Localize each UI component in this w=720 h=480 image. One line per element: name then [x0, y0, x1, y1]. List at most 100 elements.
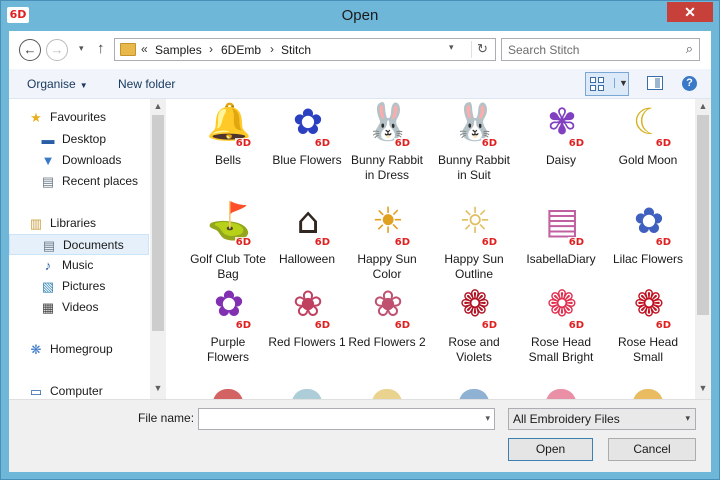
title-bar[interactable]: 6D Open ✕	[1, 1, 719, 31]
breadcrumb-separator[interactable]: ›	[270, 42, 274, 56]
breadcrumb-samples[interactable]: Samples	[155, 43, 202, 57]
file-item[interactable]: ❀ 6D Red Flowers 1	[267, 281, 347, 371]
sidebar-item-recent-places[interactable]: ▤ Recent places	[9, 171, 149, 192]
golf-bag-thumbnail: ⛳ 6D	[206, 198, 252, 248]
search-icon[interactable]: ⌕	[686, 41, 693, 57]
file-name-label: Lilac Flowers	[612, 252, 684, 266]
breadcrumb-stitch[interactable]: Stitch	[281, 43, 311, 57]
happy-sun-outline-thumbnail: ☼ 6D	[452, 198, 498, 248]
file-name-label: Blue Flowers	[272, 153, 342, 167]
file-item[interactable]: ✾ 6D Daisy	[521, 99, 601, 189]
search-input[interactable]: Search Stitch	[508, 43, 579, 57]
6d-badge-icon: 6D	[313, 237, 331, 248]
file-item[interactable]: 🐰 6D Bunny Rabbit in Dress	[347, 99, 427, 189]
sidebar-item-homegroup[interactable]: ❋ Homegroup	[9, 339, 149, 360]
navigation-pane: ★ Favourites ▬ Desktop ▼ Downloads ▤ Recent pla…	[9, 99, 167, 399]
new-folder-button[interactable]: New folder	[118, 77, 175, 91]
libraries-icon: ▥	[29, 216, 43, 231]
file-item[interactable]: 🔔 6D Bells	[188, 99, 268, 189]
file-thumbnail-partial[interactable]	[459, 389, 489, 399]
6d-badge-icon: 6D	[313, 138, 331, 149]
file-list-scrollbar[interactable]: ▲ ▼	[695, 99, 711, 399]
file-thumbnail-partial[interactable]	[372, 389, 402, 399]
6d-badge-icon: 6D	[393, 320, 411, 331]
file-item[interactable]: ☾ 6D Gold Moon	[608, 99, 688, 189]
file-item[interactable]: ⛳ 6D Golf Club Tote Bag	[188, 198, 268, 288]
cancel-button[interactable]: Cancel	[608, 438, 696, 461]
sidebar-item-documents[interactable]: ▤ Documents	[9, 234, 149, 255]
computer-icon: ▭	[29, 384, 43, 399]
6d-badge-icon: 6D	[234, 320, 252, 331]
file-item[interactable]: ❀ 6D Red Flowers 2	[347, 281, 427, 371]
file-item[interactable]: 🐰 6D Bunny Rabbit in Suit	[434, 99, 514, 189]
scroll-thumb[interactable]	[697, 115, 709, 315]
file-thumbnail-partial[interactable]	[292, 389, 322, 399]
view-options-dropdown[interactable]: ▼	[614, 78, 628, 88]
sidebar-item-libraries[interactable]: ▥ Libraries	[9, 213, 149, 234]
file-item[interactable]: ✿ 6D Purple Flowers	[188, 281, 268, 371]
sidebar-scrollbar[interactable]: ▲ ▼	[150, 99, 166, 399]
breadcrumb-separator[interactable]: ›	[209, 42, 213, 56]
chevron-down-icon[interactable]: ▾	[485, 413, 490, 424]
6d-badge-icon: 6D	[393, 138, 411, 149]
file-name-label: Rose and Violets	[448, 335, 500, 364]
open-button[interactable]: Open	[508, 438, 593, 461]
scroll-thumb[interactable]	[152, 115, 164, 331]
scroll-up-icon[interactable]: ▲	[695, 101, 711, 111]
address-bar[interactable]: « Samples › 6DEmb › Stitch ▾ ↻	[114, 38, 496, 61]
file-type-filter[interactable]: All Embroidery Files ▾	[508, 408, 696, 430]
music-icon: ♪	[44, 258, 52, 273]
sidebar-item-label: Desktop	[62, 132, 107, 146]
file-thumbnail-partial[interactable]	[213, 389, 243, 399]
scroll-down-icon[interactable]: ▼	[695, 383, 711, 393]
change-view-button[interactable]: ▼	[585, 72, 629, 96]
sidebar-item-videos[interactable]: ▦ Videos	[9, 297, 149, 318]
file-name-field[interactable]: ▾	[198, 408, 495, 430]
6d-badge-icon: 6D	[234, 237, 252, 248]
breadcrumb-overflow[interactable]: «	[141, 42, 148, 56]
bells-thumbnail: 🔔 6D	[206, 99, 252, 149]
6d-badge-icon: 6D	[567, 320, 585, 331]
pictures-icon: ▧	[41, 279, 55, 294]
file-item[interactable]: ▤ 6D IsabellaDiary	[521, 198, 601, 288]
rose-bright-thumbnail: ❁ 6D	[539, 281, 585, 331]
file-thumbnail-partial[interactable]	[546, 389, 576, 399]
bunny-dress-thumbnail: 🐰 6D	[365, 99, 411, 149]
breadcrumb-6demb[interactable]: 6DEmb	[221, 43, 261, 57]
recent-locations-dropdown[interactable]: ▾	[79, 43, 84, 54]
sidebar-item-desktop[interactable]: ▬ Desktop	[9, 129, 149, 150]
file-item[interactable]: ❁ 6D Rose Head Small	[608, 281, 688, 371]
file-item[interactable]: ☼ 6D Happy Sun Outline	[434, 198, 514, 288]
sidebar-item-downloads[interactable]: ▼ Downloads	[9, 150, 149, 171]
chevron-down-icon: ▾	[685, 413, 690, 423]
scroll-up-icon[interactable]: ▲	[150, 101, 166, 111]
help-icon[interactable]: ?	[682, 76, 697, 91]
close-button[interactable]: ✕	[667, 2, 713, 22]
refresh-icon[interactable]: ↻	[471, 41, 493, 58]
desktop-icon: ▬	[41, 132, 55, 147]
search-box[interactable]: Search Stitch ⌕	[501, 38, 700, 61]
up-button[interactable]: ↑	[97, 40, 105, 57]
sidebar-item-favourites[interactable]: ★ Favourites	[9, 107, 149, 128]
file-thumbnail-partial[interactable]	[633, 389, 663, 399]
halloween-thumbnail: ⌂ 6D	[285, 198, 331, 248]
file-item[interactable]: ✿ 6D Blue Flowers	[267, 99, 347, 189]
preview-pane-icon[interactable]	[647, 76, 663, 90]
file-item[interactable]: ☀ 6D Happy Sun Color	[347, 198, 427, 288]
file-name-label: Red Flowers 1	[268, 335, 346, 349]
large-icons-view-icon	[590, 77, 606, 92]
sidebar-item-music[interactable]: ♪ Music	[9, 255, 149, 276]
file-item[interactable]: ⌂ 6D Halloween	[267, 198, 347, 288]
sidebar-item-pictures[interactable]: ▧ Pictures	[9, 276, 149, 297]
file-name-label: Golf Club Tote Bag	[190, 252, 266, 281]
file-item[interactable]: ❁ 6D Rose and Violets	[434, 281, 514, 371]
file-name-label: Halloween	[278, 252, 336, 266]
forward-button[interactable]: →	[46, 39, 68, 61]
address-dropdown[interactable]: ▾	[449, 42, 454, 53]
organise-button[interactable]: Organise ▼	[27, 77, 88, 91]
file-item[interactable]: ❁ 6D Rose Head Small Bright	[521, 281, 601, 371]
scroll-down-icon[interactable]: ▼	[150, 383, 166, 393]
back-button[interactable]: ←	[19, 39, 41, 61]
file-item[interactable]: ✿ 6D Lilac Flowers	[608, 198, 688, 288]
sidebar-item-label: Computer	[50, 384, 103, 398]
